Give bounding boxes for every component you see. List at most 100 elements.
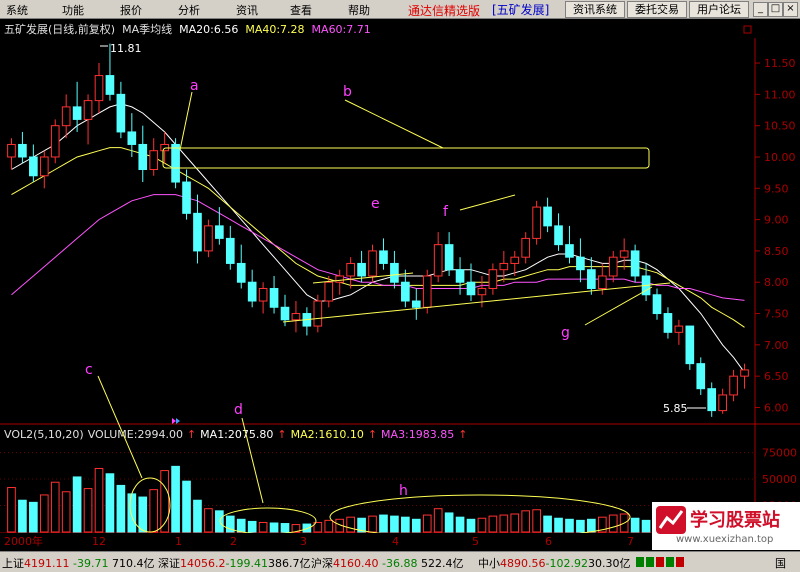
price-tick-label: 8.00 [764,276,789,289]
candle [291,313,301,321]
volume-bar [576,519,585,533]
index-zx[interactable]: 中小4890.56-102.9230.30亿 [478,555,630,571]
volume-bar [269,522,279,533]
index-sz[interactable]: 深证14056.2-199.41386.7亿 [158,555,310,571]
volume-bar [7,487,16,533]
volume-bar [61,491,71,533]
price-tick-label: 10.00 [764,151,796,164]
volume-bar [236,518,246,533]
candle [587,269,596,289]
volume-bar [477,517,487,533]
price-tick-label: 10.50 [764,120,796,133]
volume-bar [193,499,202,533]
arrow-g [584,286,653,326]
index-hs[interactable]: 沪深4160.40 -36.88 522.4亿 [311,555,463,571]
volume-bar [368,515,377,533]
volume-bar [138,496,148,533]
candle [444,244,454,271]
price-tick-label: 9.50 [764,182,789,195]
label-a: a [190,78,199,94]
volume-bar [630,517,640,533]
candle [215,225,224,239]
candle [466,281,476,296]
candle [411,300,421,308]
candle [335,275,345,283]
scroll-marker-icon[interactable] [172,418,176,424]
volume-bar [608,514,618,533]
candle [269,287,279,308]
volume-bar [72,476,82,533]
candle [619,250,629,258]
international-icon[interactable]: 国 [775,555,786,571]
candle [379,250,388,264]
candle [204,225,213,252]
candle [390,262,399,283]
volume-bar [39,494,49,533]
label-e: e [371,196,380,212]
volume-bar [149,489,159,533]
candle [193,212,202,252]
candle [565,244,574,258]
candle [663,313,673,333]
candle [422,275,432,308]
candle [182,181,191,214]
volume-bar [466,518,476,533]
volume-bar [390,515,399,533]
candle [729,375,738,396]
price-tick-label: 9.00 [764,214,789,227]
label-c: c [85,362,93,378]
date-label-6: 6 [545,535,552,548]
ma-line-ma20 [11,103,745,373]
candle [236,262,246,283]
volume-bar [433,508,443,533]
candle [401,281,410,302]
candle [247,281,257,302]
volume-bar [499,514,509,533]
index-sh[interactable]: 上证4191.11 -39.71 710.4亿 [2,555,154,571]
candle [29,156,38,177]
candle [61,106,71,127]
watermark-url: www.xuexizhan.top [676,534,774,545]
candle [313,300,323,327]
volume-bar [324,519,334,533]
date-label-2000: 2000年 [4,534,43,548]
candle [83,100,93,120]
volume-bar [411,518,421,533]
price-tick-label: 6.50 [764,370,789,383]
volume-bar [258,521,268,533]
candle [597,275,607,289]
candle [554,225,563,246]
chart-options-icon[interactable] [743,25,752,34]
volume-bar [94,467,104,533]
label-b: b [343,84,352,100]
candle [576,256,585,271]
candle [7,143,16,158]
volume-bar [83,488,93,533]
volume-bar [444,512,454,533]
date-label-1: 1 [175,535,182,548]
candle [324,281,334,302]
scroll-marker-icon-2[interactable] [176,418,180,424]
chart-logo-icon [656,506,686,534]
price-axis: 11.50 11.00 10.50 10.00 9.50 9.00 8.50 8.00 7.50… [764,57,796,414]
volume-bar [379,514,388,533]
volume-tick-label: 50000 [762,473,797,486]
arrow-f [459,194,516,211]
volume-bar [587,518,596,533]
high-price-label: 11.81 [110,42,142,55]
candle [346,262,355,277]
price-tick-label: 7.50 [764,308,789,321]
candle [138,143,148,171]
stock-chart[interactable]: a b c d e f g h 11.81 5.85 11.50 11.00 10.… [0,0,800,551]
volume-bar [565,518,574,533]
volume-tick-label: 75000 [762,447,797,460]
support-trendline [282,282,671,323]
candle [608,256,618,277]
candle [368,250,377,277]
candle [543,206,552,227]
candle [674,325,684,333]
volume-bar [116,484,126,533]
price-tick-label: 8.50 [764,245,789,258]
candle [171,143,180,183]
candle [116,93,126,133]
